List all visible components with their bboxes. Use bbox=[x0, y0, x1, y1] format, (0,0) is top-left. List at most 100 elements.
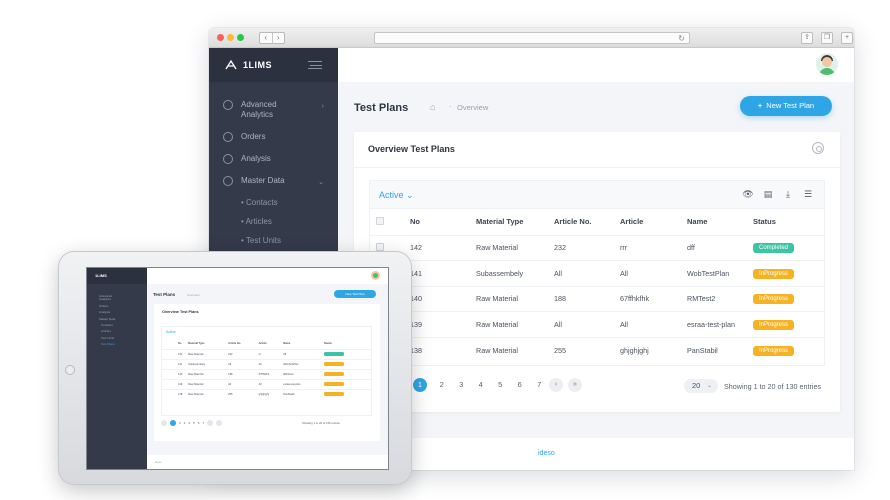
new-test-plan-button[interactable]: + New Test Plan bbox=[740, 96, 832, 116]
settings-gear-icon[interactable] bbox=[812, 142, 824, 154]
sidebar-subitem-articles[interactable]: • Articles bbox=[209, 211, 338, 230]
cell-name: WobTestPlan bbox=[687, 260, 753, 286]
chevron-down-icon: ⌄ bbox=[706, 383, 712, 389]
cell-status: InProgress bbox=[753, 285, 824, 312]
tablet-cell: 138 bbox=[178, 388, 189, 399]
sidebar-subitem-test-units[interactable]: • Test Units bbox=[209, 230, 338, 249]
filter-sliders-icon[interactable]: ☰ bbox=[802, 188, 814, 200]
cell-no: 142 bbox=[410, 234, 476, 261]
tablet-footer: ideso bbox=[147, 455, 388, 469]
tablet-status-badge bbox=[323, 371, 344, 376]
cell-no: 140 bbox=[410, 285, 476, 312]
tablet-th: Article No. bbox=[228, 342, 242, 346]
column-header-article-no[interactable]: Article No. bbox=[554, 209, 620, 235]
tablet-page: 4 bbox=[188, 421, 191, 425]
archive-icon[interactable]: ▤ bbox=[762, 188, 774, 200]
page-button-4[interactable]: 4 bbox=[471, 378, 491, 392]
tablet-cell-status bbox=[323, 348, 371, 359]
table-row[interactable]: 142 Raw Material 232 rrr dff Completed bbox=[370, 234, 824, 261]
tablet-card-title: Overview Test Plans bbox=[162, 310, 199, 314]
tabs-icon[interactable]: ❐ bbox=[821, 32, 833, 44]
tablet-cell: 232 bbox=[228, 348, 259, 359]
page-button-7[interactable]: 7 bbox=[530, 378, 550, 392]
last-page-button[interactable]: » bbox=[568, 378, 582, 392]
tablet-cell: All bbox=[228, 378, 259, 389]
table-row[interactable]: 138 Raw Material 255 ghjghjghj PanStabil… bbox=[370, 336, 824, 363]
sidebar-item-analysis[interactable]: Analysis bbox=[209, 148, 338, 170]
app-logo[interactable]: 1LIMS bbox=[209, 48, 338, 82]
column-header-no[interactable]: No bbox=[410, 209, 476, 235]
select-all-checkbox[interactable] bbox=[376, 216, 384, 225]
tablet-cell: RMTest2 bbox=[283, 368, 324, 379]
page-button-5[interactable]: 5 bbox=[491, 378, 511, 392]
cell-article: 67ffhkfhk bbox=[620, 285, 687, 312]
tablet-row: 138 Raw Material 255 ghjghjghj PanStabil bbox=[162, 388, 371, 399]
sidebar-subitem-label: Articles bbox=[245, 217, 272, 226]
table-row[interactable]: 140 Raw Material 188 67ffhkfhk RMTest2 I… bbox=[370, 285, 824, 312]
sidebar-item-advanced-analytics[interactable]: Advanced Analytics › bbox=[209, 94, 338, 126]
card-header: Overview Test Plans bbox=[354, 132, 840, 168]
table-header-row: No Material Type Article No. Article Nam… bbox=[370, 209, 824, 235]
avatar-face bbox=[822, 57, 832, 67]
footer-link[interactable]: ideso bbox=[538, 450, 555, 457]
column-header-article[interactable]: Article bbox=[620, 209, 687, 235]
cell-article-no: 255 bbox=[554, 336, 620, 363]
tablet-status-badge bbox=[323, 381, 344, 386]
menu-toggle-icon[interactable] bbox=[308, 61, 322, 69]
share-icon[interactable]: ⇪ bbox=[801, 32, 813, 44]
home-icon[interactable]: ⌂ bbox=[430, 102, 435, 112]
cell-article: All bbox=[620, 260, 687, 286]
row-checkbox[interactable] bbox=[376, 242, 384, 251]
tablet-cell: All bbox=[258, 378, 284, 389]
chevron-right-icon: › bbox=[321, 103, 324, 110]
close-window-icon[interactable] bbox=[217, 34, 224, 41]
reload-icon[interactable]: ↻ bbox=[678, 33, 685, 44]
tablet-device: 1LIMS Advanced Analytics Orders Analysis… bbox=[58, 251, 412, 485]
minimize-window-icon[interactable] bbox=[227, 34, 234, 41]
tablet-header-row: No Material Type Article No. Article Nam… bbox=[162, 339, 371, 349]
entries-info: Showing 1 to 20 of 130 entries bbox=[724, 382, 822, 391]
back-icon[interactable]: ‹ bbox=[260, 33, 273, 43]
sidebar-item-master-data[interactable]: Master Data ⌄ bbox=[209, 170, 338, 192]
cell-article: All bbox=[620, 311, 687, 337]
column-header-name[interactable]: Name bbox=[687, 209, 753, 235]
page-button-6[interactable]: 6 bbox=[510, 378, 530, 392]
tablet-cell: 139 bbox=[178, 378, 189, 389]
sidebar-item-orders[interactable]: Orders bbox=[209, 126, 338, 148]
status-filter-select[interactable]: Active ⌄ bbox=[379, 190, 414, 201]
sidebar-subitem-contacts[interactable]: • Contacts bbox=[209, 192, 338, 211]
tablet-pagination: 2 3 4 5 6 7 bbox=[161, 420, 223, 426]
tablet-cell: Raw Material bbox=[188, 378, 229, 389]
cell-no: 141 bbox=[410, 260, 476, 286]
cell-material: Raw Material bbox=[476, 285, 554, 312]
page-size-select[interactable]: 20 ⌄ bbox=[684, 379, 718, 393]
avatar-body bbox=[819, 68, 835, 75]
status-badge: InProgress bbox=[753, 294, 795, 305]
eye-icon[interactable]: 👁 bbox=[742, 188, 754, 200]
tablet-th: Material Type bbox=[188, 342, 205, 346]
page-button-1[interactable]: 1 bbox=[413, 378, 427, 392]
download-icon[interactable]: ⤓ bbox=[782, 188, 794, 200]
column-header-material-type[interactable]: Material Type bbox=[476, 209, 554, 235]
column-header-status[interactable]: Status bbox=[753, 209, 824, 235]
tablet-screen: 1LIMS Advanced Analytics Orders Analysis… bbox=[86, 267, 389, 470]
tablet-row: 139 Raw Material All All esraa-test-plan bbox=[162, 378, 371, 389]
tablet-cell: 67ffhkfhk bbox=[258, 368, 284, 379]
tablet-cell: 188 bbox=[228, 368, 259, 379]
horizontal-scrollbar[interactable] bbox=[370, 365, 730, 366]
tablet-logo: 1LIMS bbox=[87, 268, 147, 284]
cell-material: Raw Material bbox=[476, 336, 554, 363]
forward-icon[interactable]: › bbox=[273, 33, 285, 43]
avatar[interactable] bbox=[816, 53, 838, 75]
page-button-3[interactable]: 3 bbox=[452, 378, 472, 392]
new-tab-icon[interactable]: + bbox=[841, 32, 853, 44]
tablet-status-badge bbox=[323, 351, 344, 356]
maximize-window-icon[interactable] bbox=[237, 34, 244, 41]
tablet-cell-status bbox=[323, 378, 371, 389]
cell-article: ghjghjghj bbox=[620, 336, 687, 363]
table-row[interactable]: 139 Raw Material All All esraa-test-plan… bbox=[370, 311, 824, 337]
address-bar[interactable]: ↻ bbox=[374, 32, 690, 44]
next-page-button[interactable]: › bbox=[549, 378, 563, 392]
table-row[interactable]: 141 Subassembely All All WobTestPlan InP… bbox=[370, 260, 824, 286]
page-button-2[interactable]: 2 bbox=[432, 378, 452, 392]
